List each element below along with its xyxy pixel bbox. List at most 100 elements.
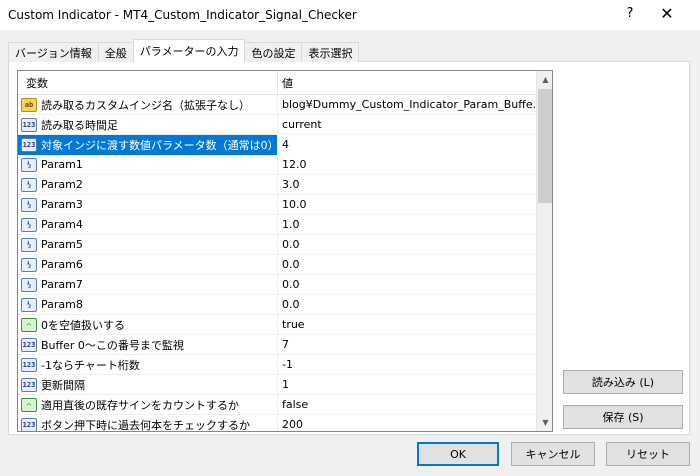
table-row[interactable]: ½ Param6 0.0 bbox=[18, 254, 536, 275]
double-type-icon: ½ bbox=[21, 297, 37, 312]
integer-type-icon: 123 bbox=[21, 417, 37, 431]
row-variable-label: Param5 bbox=[41, 238, 83, 251]
save-button[interactable]: 保存 (S) bbox=[563, 405, 683, 429]
tab-visualization[interactable]: 表示選択 bbox=[301, 42, 360, 62]
column-header-value[interactable]: 値 bbox=[278, 71, 536, 95]
row-variable-label: Param1 bbox=[41, 158, 83, 171]
row-variable-cell[interactable]: ab 読み取るカスタムインジ名（拡張子なし） bbox=[18, 94, 278, 115]
table-row[interactable]: ½ Param5 0.0 bbox=[18, 234, 536, 255]
integer-type-icon: 123 bbox=[21, 377, 37, 392]
table-row[interactable]: ⌒ 適用直後の既存サインをカウントするか false bbox=[18, 394, 536, 415]
boolean-type-icon: ⌒ bbox=[21, 397, 37, 412]
row-variable-label: 適用直後の既存サインをカウントするか bbox=[41, 398, 239, 412]
row-value-cell[interactable]: 0.0 bbox=[278, 255, 536, 275]
row-value-cell[interactable]: blog¥Dummy_Custom_Indicator_Param_Buffe.… bbox=[278, 95, 536, 115]
row-variable-label: 更新間隔 bbox=[41, 378, 85, 392]
row-variable-cell[interactable]: ½ Param4 bbox=[18, 214, 278, 235]
row-variable-cell[interactable]: ½ Param5 bbox=[18, 234, 278, 255]
grid-rows: ab 読み取るカスタムインジ名（拡張子なし） blog¥Dummy_Custom_I… bbox=[18, 94, 536, 432]
tab-parameters[interactable]: パラメーターの入力 bbox=[132, 39, 246, 62]
row-variable-cell[interactable]: ½ Param1 bbox=[18, 154, 278, 175]
row-variable-label: -1ならチャート桁数 bbox=[41, 358, 140, 372]
table-row[interactable]: 123 更新間隔 1 bbox=[18, 374, 536, 395]
row-value-cell[interactable]: 12.0 bbox=[278, 155, 536, 175]
table-row[interactable]: 123 読み取る時間足 current bbox=[18, 114, 536, 135]
scroll-up-icon[interactable]: ▲ bbox=[537, 71, 552, 88]
table-row[interactable]: ½ Param2 3.0 bbox=[18, 174, 536, 195]
row-variable-cell[interactable]: ⌒ 適用直後の既存サインをカウントするか bbox=[18, 394, 278, 415]
integer-type-icon: 123 bbox=[21, 117, 37, 132]
row-value-cell[interactable]: 1.0 bbox=[278, 215, 536, 235]
row-variable-label: 0を空値扱いする bbox=[41, 318, 125, 332]
double-type-icon: ½ bbox=[21, 177, 37, 192]
row-value-cell[interactable]: true bbox=[278, 315, 536, 335]
double-type-icon: ½ bbox=[21, 157, 37, 172]
help-button[interactable]: ? bbox=[622, 6, 638, 21]
reset-button[interactable]: リセット bbox=[606, 442, 690, 466]
row-value-cell[interactable]: 1 bbox=[278, 375, 536, 395]
row-variable-cell[interactable]: ½ Param2 bbox=[18, 174, 278, 195]
integer-type-icon: 123 bbox=[21, 137, 37, 152]
row-variable-label: Param3 bbox=[41, 198, 83, 211]
double-type-icon: ½ bbox=[21, 257, 37, 272]
row-variable-label: Param8 bbox=[41, 298, 83, 311]
table-row[interactable]: ab 読み取るカスタムインジ名（拡張子なし） blog¥Dummy_Custom_I… bbox=[18, 94, 536, 115]
row-variable-cell[interactable]: 123 対象インジに渡す数値パラメータ数（通常は0） bbox=[18, 134, 278, 155]
boolean-type-icon: ⌒ bbox=[21, 317, 37, 332]
row-variable-cell[interactable]: ½ Param7 bbox=[18, 274, 278, 295]
row-value-cell[interactable]: 10.0 bbox=[278, 195, 536, 215]
row-value-cell[interactable]: 200 bbox=[278, 415, 536, 431]
row-variable-label: Param6 bbox=[41, 258, 83, 271]
table-row[interactable]: ½ Param3 10.0 bbox=[18, 194, 536, 215]
table-row[interactable]: 123 ボタン押下時に過去何本をチェックするか 200 bbox=[18, 414, 536, 432]
table-row[interactable]: 123 -1ならチャート桁数 -1 bbox=[18, 354, 536, 375]
row-variable-cell[interactable]: ½ Param8 bbox=[18, 294, 278, 315]
table-row[interactable]: ½ Param8 0.0 bbox=[18, 294, 536, 315]
vertical-scrollbar[interactable]: ▲ ▼ bbox=[536, 71, 552, 431]
row-variable-cell[interactable]: ⌒ 0を空値扱いする bbox=[18, 314, 278, 335]
table-row[interactable]: ⌒ 0を空値扱いする true bbox=[18, 314, 536, 335]
table-row[interactable]: ½ Param7 0.0 bbox=[18, 274, 536, 295]
row-value-cell[interactable]: 4 bbox=[278, 134, 536, 155]
row-variable-label: Param4 bbox=[41, 218, 83, 231]
integer-type-icon: 123 bbox=[21, 337, 37, 352]
row-variable-cell[interactable]: 123 読み取る時間足 bbox=[18, 114, 278, 135]
row-value-cell[interactable]: 7 bbox=[278, 335, 536, 355]
string-type-icon: ab bbox=[21, 97, 37, 112]
row-value-cell[interactable]: false bbox=[278, 395, 536, 415]
table-row[interactable]: 123 Buffer 0〜この番号まで監視 7 bbox=[18, 334, 536, 355]
load-button[interactable]: 読み込み (L) bbox=[563, 370, 683, 394]
close-button[interactable]: ✕ bbox=[655, 4, 679, 23]
row-variable-cell[interactable]: 123 更新間隔 bbox=[18, 374, 278, 395]
tab-version-info[interactable]: バージョン情報 bbox=[8, 42, 99, 62]
row-variable-cell[interactable]: ½ Param3 bbox=[18, 194, 278, 215]
double-type-icon: ½ bbox=[21, 277, 37, 292]
table-row[interactable]: ½ Param4 1.0 bbox=[18, 214, 536, 235]
row-variable-label: ボタン押下時に過去何本をチェックするか bbox=[41, 418, 250, 432]
row-variable-cell[interactable]: 123 -1ならチャート桁数 bbox=[18, 354, 278, 375]
row-value-cell[interactable]: 0.0 bbox=[278, 235, 536, 255]
tab-colors[interactable]: 色の設定 bbox=[244, 42, 303, 62]
ok-button[interactable]: OK bbox=[417, 442, 499, 466]
window-title: Custom Indicator - MT4_Custom_Indicator_… bbox=[8, 8, 357, 22]
scroll-thumb[interactable] bbox=[538, 89, 552, 203]
parameter-grid[interactable]: 変数 値 ab 読み取るカスタムインジ名（拡張子なし） blog¥Dummy_Cus… bbox=[17, 70, 553, 432]
row-value-cell[interactable]: 3.0 bbox=[278, 175, 536, 195]
row-variable-cell[interactable]: ½ Param6 bbox=[18, 254, 278, 275]
cancel-button[interactable]: キャンセル bbox=[511, 442, 595, 466]
row-value-cell[interactable]: -1 bbox=[278, 355, 536, 375]
tab-general[interactable]: 全般 bbox=[97, 42, 134, 62]
integer-type-icon: 123 bbox=[21, 357, 37, 372]
row-value-cell[interactable]: 0.0 bbox=[278, 295, 536, 315]
scroll-down-icon[interactable]: ▼ bbox=[537, 414, 552, 431]
row-variable-label: Param7 bbox=[41, 278, 83, 291]
table-row[interactable]: 123 対象インジに渡す数値パラメータ数（通常は0） 4 bbox=[18, 134, 536, 155]
row-variable-cell[interactable]: 123 Buffer 0〜この番号まで監視 bbox=[18, 334, 278, 355]
row-variable-cell[interactable]: 123 ボタン押下時に過去何本をチェックするか bbox=[18, 414, 278, 432]
row-variable-label: 対象インジに渡す数値パラメータ数（通常は0） bbox=[41, 138, 278, 152]
tab-strip: バージョン情報 全般 パラメーターの入力 色の設定 表示選択 bbox=[8, 39, 360, 62]
table-row[interactable]: ½ Param1 12.0 bbox=[18, 154, 536, 175]
column-header-variable[interactable]: 変数 bbox=[18, 71, 278, 95]
row-value-cell[interactable]: 0.0 bbox=[278, 275, 536, 295]
row-value-cell[interactable]: current bbox=[278, 115, 536, 135]
